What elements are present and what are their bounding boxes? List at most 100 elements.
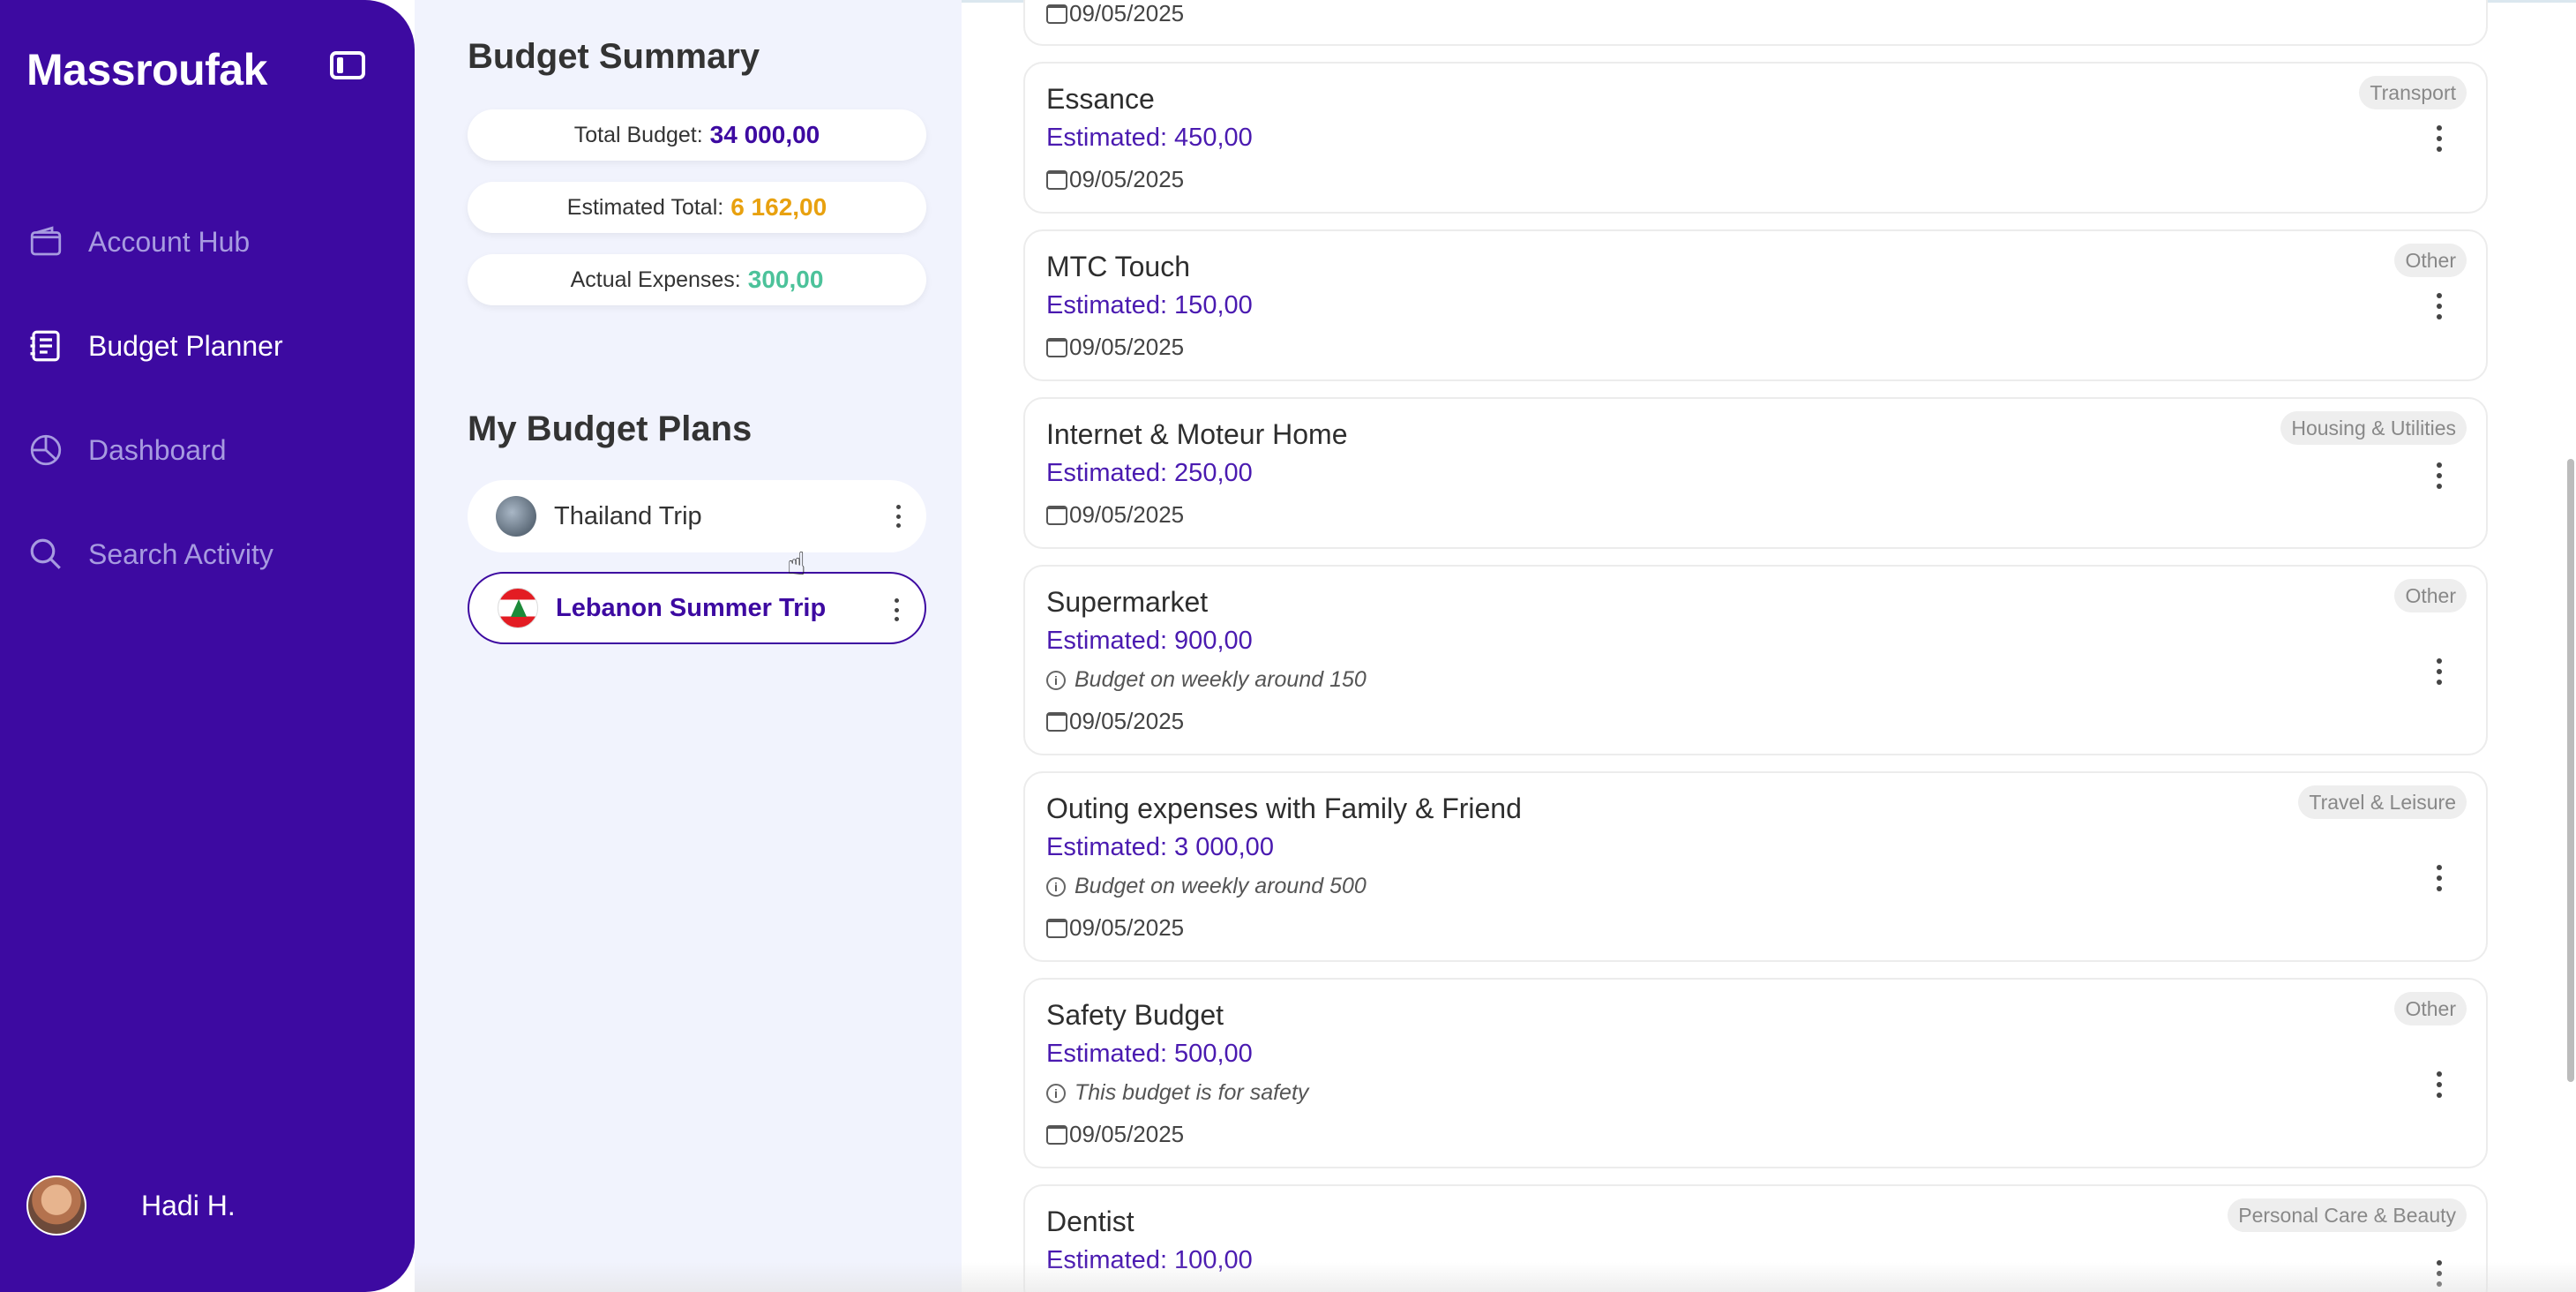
- expense-date: 09/05/2025: [1046, 708, 1184, 735]
- sidebar-item-budget-planner[interactable]: Budget Planner: [26, 319, 283, 372]
- calendar-icon: [1046, 711, 1067, 732]
- sidebar-item-label: Account Hub: [88, 225, 251, 258]
- category-badge: Other: [2394, 992, 2467, 1025]
- expense-estimated: Estimated: 150,00: [1046, 291, 1253, 319]
- expense-name: MTC Touch: [1046, 251, 1191, 282]
- actual-expenses-pill: Actual Expenses: 300,00: [468, 254, 926, 305]
- calendar-icon: [1046, 918, 1067, 938]
- estimated-total-pill: Estimated Total: 6 162,00: [468, 182, 926, 233]
- app-logo[interactable]: Massroufak: [26, 44, 267, 95]
- total-budget-pill: Total Budget: 34 000,00: [468, 109, 926, 161]
- expense-name: Safety Budget: [1046, 999, 1224, 1031]
- plan-thumbnail: [496, 496, 536, 537]
- avatar: [26, 1176, 86, 1236]
- expense-note: i Budget on weekly around 500: [1046, 874, 1367, 899]
- expense-card[interactable]: Dentist Estimated: 100,00 Personal Care …: [1023, 1184, 2488, 1292]
- expense-card[interactable]: Safety Budget Estimated: 500,00 i This b…: [1023, 978, 2488, 1168]
- category-badge: Other: [2394, 244, 2467, 277]
- sidebar-item-dashboard[interactable]: Dashboard: [26, 424, 227, 477]
- expense-date: 09/05/2025: [1046, 1121, 1184, 1148]
- kebab-menu-icon[interactable]: [2437, 658, 2442, 685]
- sidebar-item-label: Dashboard: [88, 433, 227, 466]
- actual-expenses-label: Actual Expenses:: [570, 267, 741, 292]
- calendar-icon: [1046, 4, 1067, 24]
- expense-list: 09/05/2025 Essance Estimated: 450,00 09/…: [962, 0, 2576, 1292]
- sidebar-item-label: Search Activity: [88, 537, 273, 570]
- expense-date-text: 09/05/2025: [1069, 1121, 1185, 1147]
- expense-date: 09/05/2025: [1046, 166, 1184, 193]
- category-badge: Transport: [2359, 76, 2467, 109]
- sidebar-toggle-icon[interactable]: [330, 51, 365, 79]
- kebab-menu-icon[interactable]: [2437, 1260, 2442, 1287]
- budget-summary-title: Budget Summary: [468, 37, 760, 76]
- sidebar-item-account-hub[interactable]: Account Hub: [26, 215, 250, 268]
- expense-date: 09/05/2025: [1046, 0, 1184, 27]
- expense-date: 09/05/2025: [1046, 334, 1184, 361]
- kebab-menu-icon[interactable]: [2437, 1071, 2442, 1098]
- planner-icon: [26, 327, 65, 365]
- kebab-menu-icon[interactable]: [2437, 865, 2442, 891]
- expense-card[interactable]: MTC Touch Estimated: 150,00 09/05/2025 O…: [1023, 229, 2488, 381]
- kebab-menu-icon[interactable]: [2437, 125, 2442, 152]
- expense-note-text: Budget on weekly around 150: [1075, 667, 1367, 692]
- total-budget-value: 34 000,00: [709, 121, 820, 148]
- actual-expenses-value: 300,00: [747, 266, 824, 293]
- kebab-menu-icon[interactable]: [896, 505, 902, 528]
- lebanon-flag-icon: [498, 588, 538, 628]
- expense-note: i Budget on weekly around 150: [1046, 667, 1367, 693]
- summary-panel: Budget Summary Total Budget: 34 000,00 E…: [415, 0, 962, 1292]
- expense-card[interactable]: Outing expenses with Family & Friend Est…: [1023, 771, 2488, 962]
- pie-chart-icon: [26, 431, 65, 469]
- expense-date-text: 09/05/2025: [1069, 166, 1185, 192]
- user-name: Hadi H.: [141, 1189, 236, 1221]
- category-badge: Housing & Utilities: [2280, 411, 2467, 445]
- kebab-menu-icon[interactable]: [2437, 293, 2442, 319]
- expense-name: Internet & Moteur Home: [1046, 418, 1348, 450]
- info-icon: i: [1046, 1083, 1066, 1103]
- expense-estimated: Estimated: 100,00: [1046, 1246, 1253, 1274]
- expense-estimated: Estimated: 900,00: [1046, 627, 1253, 655]
- expense-note-text: This budget is for safety: [1075, 1080, 1309, 1105]
- user-profile[interactable]: Hadi H.: [26, 1176, 236, 1236]
- expense-name: Dentist: [1046, 1206, 1134, 1237]
- scrollbar[interactable]: [2567, 459, 2574, 1082]
- kebab-menu-icon[interactable]: [895, 598, 900, 621]
- expense-note: i This budget is for safety: [1046, 1080, 1308, 1106]
- expense-name: Essance: [1046, 83, 1155, 115]
- category-badge: Other: [2394, 579, 2467, 612]
- estimated-total-label: Estimated Total:: [566, 194, 724, 220]
- estimated-total-value: 6 162,00: [730, 193, 827, 221]
- plan-label: Lebanon Summer Trip: [556, 593, 827, 622]
- expense-date-text: 09/05/2025: [1069, 0, 1185, 26]
- calendar-icon: [1046, 169, 1067, 190]
- sidebar-item-search-activity[interactable]: Search Activity: [26, 528, 273, 581]
- expense-date: 09/05/2025: [1046, 501, 1184, 529]
- category-badge: Personal Care & Beauty: [2228, 1198, 2467, 1232]
- expense-card[interactable]: 09/05/2025: [1023, 0, 2488, 46]
- kebab-menu-icon[interactable]: [2437, 462, 2442, 489]
- info-icon: i: [1046, 876, 1066, 897]
- expense-date-text: 09/05/2025: [1069, 501, 1185, 528]
- total-budget-label: Total Budget:: [573, 122, 703, 147]
- hand-cursor-icon: ☝: [787, 545, 806, 582]
- expense-note-text: Budget on weekly around 500: [1075, 874, 1367, 898]
- sidebar: Massroufak Account Hub Budget Planner Da…: [0, 0, 415, 1292]
- expense-date-text: 09/05/2025: [1069, 708, 1185, 734]
- calendar-icon: [1046, 1124, 1067, 1145]
- plan-item-lebanon-summer-trip[interactable]: Lebanon Summer Trip: [468, 572, 926, 644]
- calendar-icon: [1046, 505, 1067, 525]
- calendar-icon: [1046, 337, 1067, 357]
- category-badge: Travel & Leisure: [2298, 785, 2467, 819]
- wallet-icon: [26, 222, 65, 261]
- expense-card[interactable]: Essance Estimated: 450,00 09/05/2025 Tra…: [1023, 62, 2488, 214]
- expense-card[interactable]: Supermarket Estimated: 900,00 i Budget o…: [1023, 565, 2488, 755]
- expense-estimated: Estimated: 450,00: [1046, 124, 1253, 152]
- expense-card[interactable]: Internet & Moteur Home Estimated: 250,00…: [1023, 397, 2488, 549]
- expense-date-text: 09/05/2025: [1069, 914, 1185, 941]
- expense-estimated: Estimated: 500,00: [1046, 1040, 1253, 1068]
- plan-item-thailand-trip[interactable]: Thailand Trip: [468, 480, 926, 552]
- my-budget-plans-title: My Budget Plans: [468, 409, 753, 448]
- plan-label: Thailand Trip: [554, 501, 702, 530]
- info-icon: i: [1046, 670, 1066, 690]
- expense-estimated: Estimated: 250,00: [1046, 459, 1253, 487]
